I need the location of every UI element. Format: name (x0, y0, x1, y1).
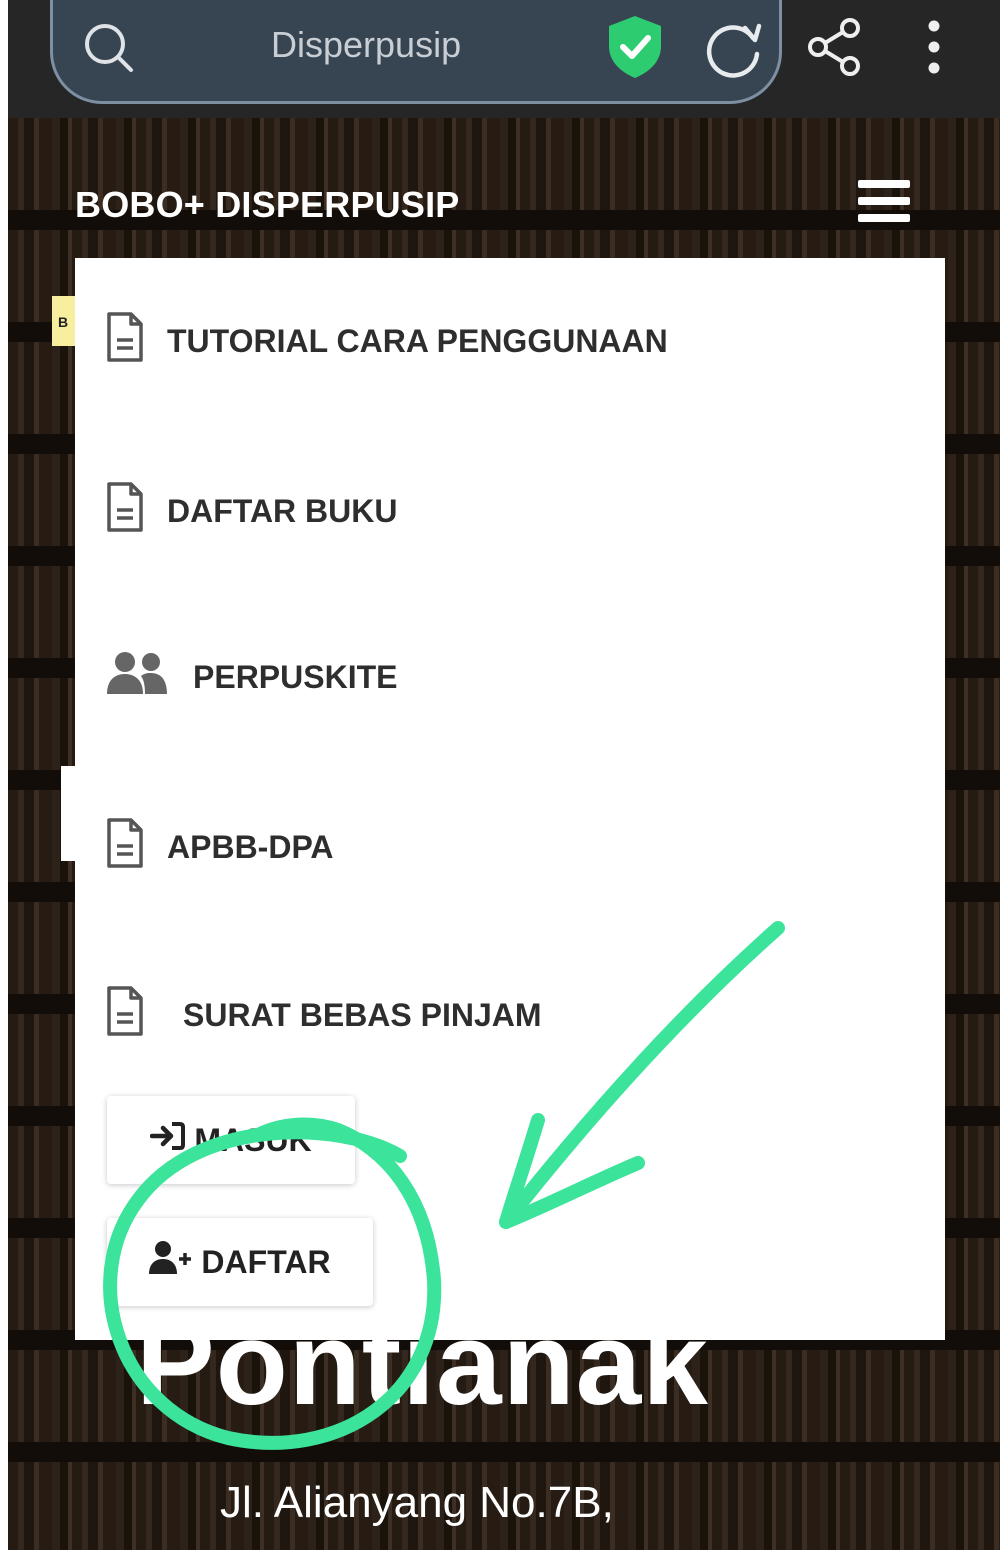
sign-in-icon (150, 1121, 186, 1159)
file-icon (105, 480, 145, 542)
menu-item-daftar-buku[interactable]: DAFTAR BUKU (105, 480, 397, 542)
menu-item-apbb-dpa[interactable]: APBB-DPA (105, 816, 334, 878)
menu-item-surat-bebas-pinjam[interactable]: SURAT BEBAS PINJAM (105, 984, 542, 1046)
menu-item-tutorial[interactable]: TUTORIAL CARA PENGGUNAAN (105, 310, 668, 372)
more-vert-icon[interactable] (924, 18, 944, 81)
menu-item-perpuskite[interactable]: PERPUSKITE (105, 650, 397, 704)
share-icon[interactable] (806, 16, 866, 83)
file-icon (105, 816, 145, 878)
menu-item-label: SURAT BEBAS PINJAM (183, 996, 542, 1033)
site-header: BOBO+ DISPERPUSIP (8, 118, 1000, 258)
search-icon[interactable] (81, 20, 137, 81)
register-button[interactable]: DAFTAR (107, 1218, 373, 1306)
menu-item-label: TUTORIAL CARA PENGGUNAAN (167, 322, 668, 359)
address-bar[interactable]: Disperpusip (50, 0, 782, 104)
hamburger-menu-icon[interactable] (858, 180, 910, 224)
nav-dropdown-menu: TUTORIAL CARA PENGGUNAAN DAFTAR BUKU PER… (75, 258, 945, 1340)
login-button[interactable]: MASUK (107, 1096, 355, 1184)
url-text[interactable]: Disperpusip (271, 24, 461, 66)
browser-toolbar: Disperpusip (8, 0, 1000, 118)
site-brand[interactable]: BOBO+ DISPERPUSIP (75, 184, 460, 226)
reload-icon[interactable] (703, 18, 765, 85)
shield-check-icon[interactable] (605, 14, 665, 85)
file-icon (105, 984, 145, 1046)
users-icon (105, 650, 169, 704)
file-icon (105, 310, 145, 372)
menu-item-label: DAFTAR BUKU (167, 492, 398, 529)
user-plus-icon (149, 1240, 193, 1284)
menu-item-label: APBB-DPA (167, 828, 334, 865)
screenshot-frame: Disperpusip BOBO+ DISPERPUSIP B Pontiana… (8, 0, 1000, 1550)
login-label: MASUK (194, 1121, 312, 1158)
register-label: DAFTAR (201, 1243, 331, 1280)
address-text: Jl. Alianyang No.7B, (220, 1478, 614, 1527)
menu-item-label: PERPUSKITE (193, 658, 398, 695)
